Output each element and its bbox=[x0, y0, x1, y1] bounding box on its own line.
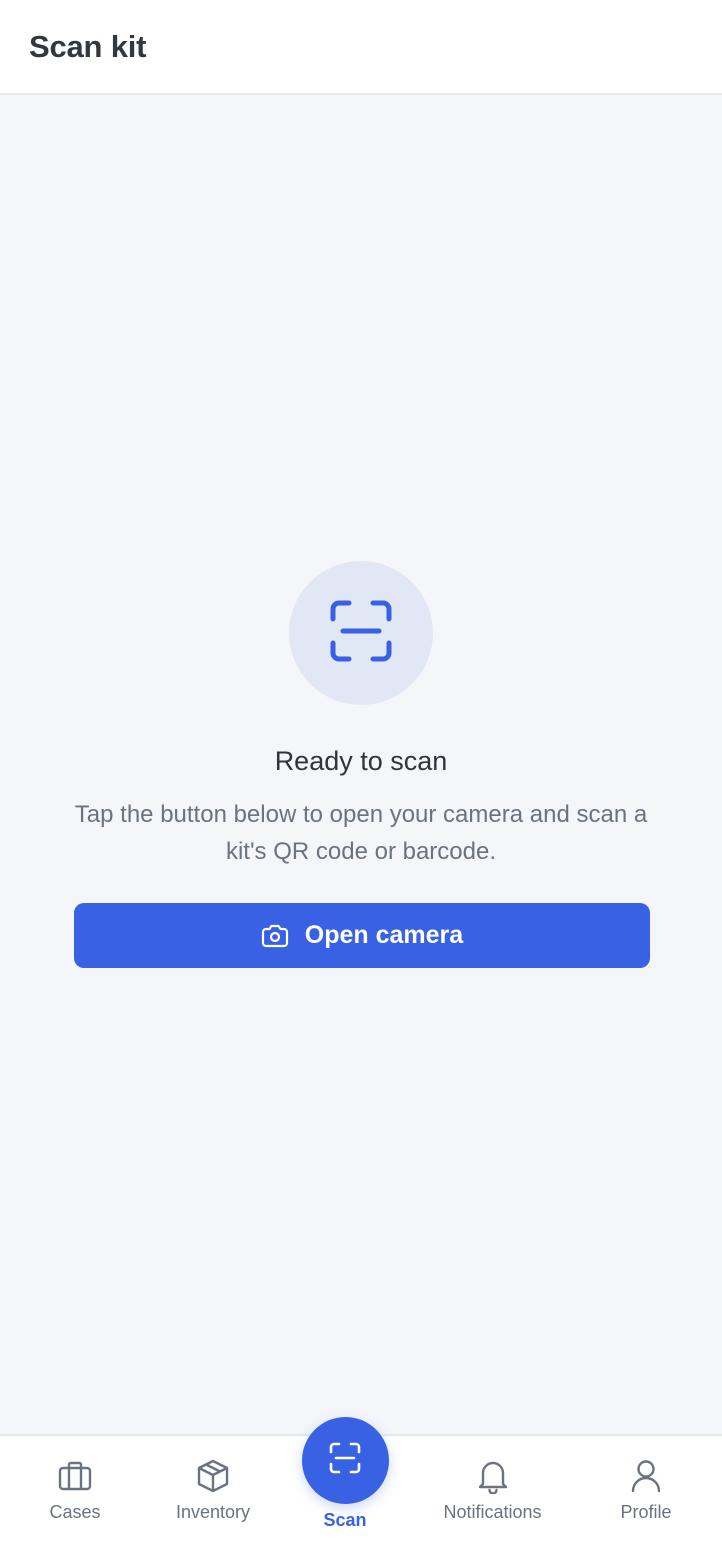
box-icon bbox=[197, 1458, 229, 1494]
nav-item-notifications[interactable]: Notifications bbox=[420, 1436, 565, 1550]
user-icon bbox=[631, 1458, 661, 1494]
scan-icon bbox=[329, 1442, 361, 1479]
scan-icon bbox=[329, 599, 393, 668]
page-title: Scan kit bbox=[29, 28, 147, 64]
nav-label-profile: Profile bbox=[620, 1502, 672, 1522]
nav-label-cases: Cases bbox=[49, 1502, 101, 1522]
nav-label-inventory: Inventory bbox=[175, 1502, 251, 1522]
empty-state-title: Ready to scan bbox=[274, 746, 448, 776]
app-header: Scan kit bbox=[0, 0, 722, 95]
open-camera-label: Open camera bbox=[304, 921, 464, 949]
nav-item-profile[interactable]: Profile bbox=[596, 1436, 696, 1550]
empty-state-description: Tap the button below to open your camera… bbox=[74, 801, 648, 865]
nav-item-cases[interactable]: Cases bbox=[25, 1436, 125, 1550]
briefcase-icon bbox=[58, 1458, 92, 1494]
scan-fab-button[interactable] bbox=[301, 1417, 389, 1504]
nav-label-notifications: Notifications bbox=[443, 1502, 542, 1522]
nav-label-scan: Scan bbox=[323, 1510, 367, 1530]
scan-illustration bbox=[289, 561, 433, 705]
bell-icon bbox=[477, 1458, 509, 1494]
open-camera-button[interactable]: Open camera bbox=[74, 903, 650, 968]
app-root: Scan kit Ready to scan Tap the button be… bbox=[0, 0, 722, 1550]
nav-item-scan[interactable]: Scan bbox=[301, 1417, 389, 1531]
bottom-navigation: Cases Inventory Scan Notifications Profi… bbox=[0, 1417, 722, 1550]
nav-item-inventory[interactable]: Inventory bbox=[158, 1436, 268, 1550]
scan-empty-state: Ready to scan Tap the button below to op… bbox=[0, 95, 722, 1434]
camera-icon bbox=[261, 924, 289, 948]
